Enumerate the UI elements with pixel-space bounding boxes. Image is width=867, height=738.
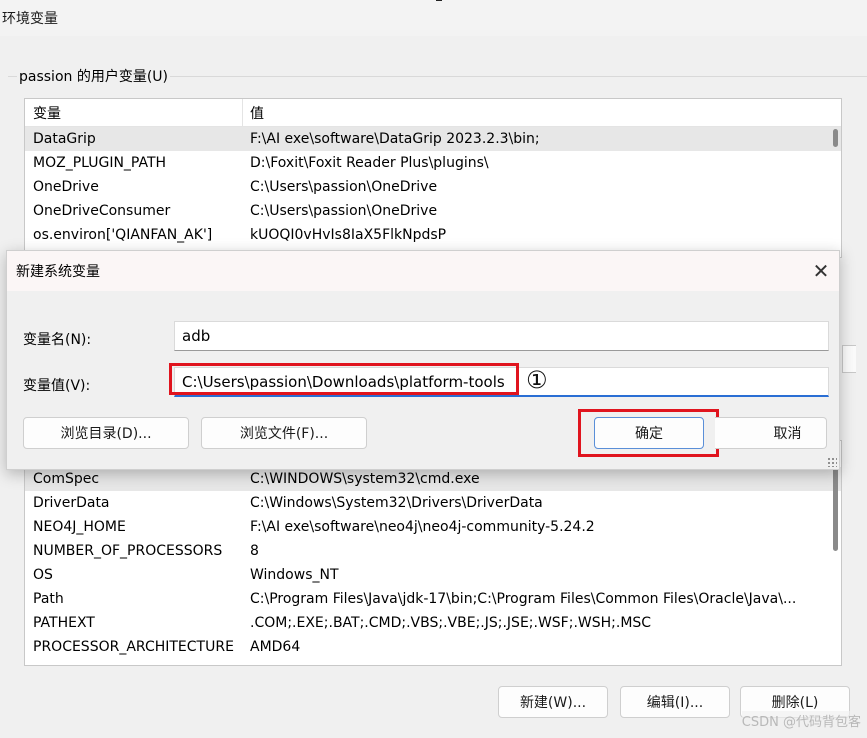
- dialog-title: 新建系统变量: [16, 264, 100, 280]
- variable-value: C:\Users\passion\OneDrive: [250, 179, 438, 195]
- list-header: 变量 值: [25, 99, 841, 127]
- variable-name: PROCESSOR_ARCHITECTURE: [33, 639, 234, 655]
- column-header-value[interactable]: 值: [243, 103, 264, 123]
- variable-name: NUMBER_OF_PROCESSORS: [33, 543, 223, 559]
- variable-value: Windows_NT: [250, 567, 339, 583]
- new-system-variable-dialog: 新建系统变量 ✕ 变量名(N): adb 变量值(V): C:\Users\pa…: [6, 250, 840, 470]
- browse-file-button[interactable]: 浏览文件(F)...: [201, 417, 367, 449]
- list-item[interactable]: OS Windows_NT: [25, 563, 841, 587]
- window-title-text: 环境变量: [2, 11, 58, 27]
- watermark: CSDN @代码背包客: [741, 711, 861, 730]
- edit-system-variable-button[interactable]: 编辑(I)...: [620, 686, 730, 718]
- list-item[interactable]: NUMBER_OF_PROCESSORS 8: [25, 539, 841, 563]
- list-item[interactable]: PATHEXT .COM;.EXE;.BAT;.CMD;.VBS;.VBE;.JS…: [25, 611, 841, 635]
- list-item[interactable]: os.environ['QIANFAN_AK'] kUOQI0vHvIs8IaX5…: [25, 223, 841, 247]
- title-mark: [436, 0, 442, 1]
- system-variables-list[interactable]: ComSpec C:\WINDOWS\system32\cmd.exe Drive…: [24, 440, 842, 666]
- list-item[interactable]: DriverData C:\Windows\System32\Drivers\Dr…: [25, 491, 841, 515]
- variable-name: OneDriveConsumer: [33, 203, 171, 219]
- user-variables-label: passion 的用户变量(U): [17, 66, 171, 86]
- list-item[interactable]: DataGrip F:\AI exe\software\DataGrip 2023…: [25, 127, 841, 151]
- variable-name: OneDrive: [33, 179, 99, 195]
- dialog-titlebar[interactable]: 新建系统变量 ✕: [7, 251, 839, 291]
- list-item[interactable]: OneDrive C:\Users\passion\OneDrive: [25, 175, 841, 199]
- ok-button[interactable]: 确定: [594, 417, 704, 449]
- variable-value: F:\AI exe\software\DataGrip 2023.2.3\bin…: [250, 131, 540, 147]
- list-item[interactable]: Path C:\Program Files\Java\jdk-17\bin;C:\…: [25, 587, 841, 611]
- list-item[interactable]: NEO4J_HOME F:\AI exe\software\neo4j\neo4j…: [25, 515, 841, 539]
- close-icon[interactable]: ✕: [811, 261, 831, 281]
- variable-value: AMD64: [250, 639, 301, 655]
- variable-value: F:\AI exe\software\neo4j\neo4j-community…: [250, 519, 595, 535]
- variable-name: DataGrip: [33, 131, 96, 147]
- list-item[interactable]: ComSpec C:\WINDOWS\system32\cmd.exe: [25, 467, 841, 491]
- variable-name: os.environ['QIANFAN_AK']: [33, 227, 213, 243]
- variable-name: OS: [33, 567, 53, 583]
- cancel-button[interactable]: 取消: [715, 417, 827, 449]
- variable-value-label: 变量值(V):: [23, 378, 91, 394]
- resize-grip-icon[interactable]: [827, 457, 837, 467]
- user-list-scrollbar[interactable]: [833, 129, 838, 147]
- list-item[interactable]: OneDriveConsumer C:\Users\passion\OneDriv…: [25, 199, 841, 223]
- variable-name: NEO4J_HOME: [33, 519, 126, 535]
- variable-name-label: 变量名(N):: [23, 332, 92, 348]
- new-system-variable-button[interactable]: 新建(W)...: [498, 686, 608, 718]
- system-list-scrollbar[interactable]: [833, 459, 838, 551]
- variable-value: C:\Windows\System32\Drivers\DriverData: [250, 495, 543, 511]
- variable-name-field[interactable]: adb: [174, 321, 829, 351]
- variable-name: PATHEXT: [33, 615, 95, 631]
- variable-value: D:\Foxit\Foxit Reader Plus\plugins\: [250, 155, 489, 171]
- column-header-variable[interactable]: 变量: [25, 99, 243, 126]
- user-panel-edge: [842, 345, 856, 373]
- variable-value: kUOQI0vHvIs8IaX5FlkNpdsP: [250, 227, 447, 243]
- list-item[interactable]: PROCESSOR_ARCHITECTURE AMD64: [25, 635, 841, 659]
- browse-directory-button[interactable]: 浏览目录(D)...: [23, 417, 189, 449]
- window-title: 环境变量: [0, 0, 867, 36]
- variable-name: Path: [33, 591, 64, 607]
- variable-value: 8: [250, 543, 259, 559]
- variable-name: DriverData: [33, 495, 110, 511]
- annotation-marker-1: ①: [526, 366, 548, 394]
- list-item[interactable]: MOZ_PLUGIN_PATH D:\Foxit\Foxit Reader Plu…: [25, 151, 841, 175]
- user-variables-list[interactable]: 变量 值 DataGrip F:\AI exe\software\DataGrip…: [24, 98, 842, 258]
- annotation-box-value: [169, 363, 519, 395]
- variable-value: C:\Program Files\Java\jdk-17\bin;C:\Prog…: [250, 591, 797, 607]
- variable-value: C:\WINDOWS\system32\cmd.exe: [250, 471, 480, 487]
- variable-value: C:\Users\passion\OneDrive: [250, 203, 438, 219]
- variable-name: MOZ_PLUGIN_PATH: [33, 155, 167, 171]
- variable-name: ComSpec: [33, 471, 100, 487]
- variable-value: .COM;.EXE;.BAT;.CMD;.VBS;.VBE;.JS;.JSE;.…: [250, 615, 652, 631]
